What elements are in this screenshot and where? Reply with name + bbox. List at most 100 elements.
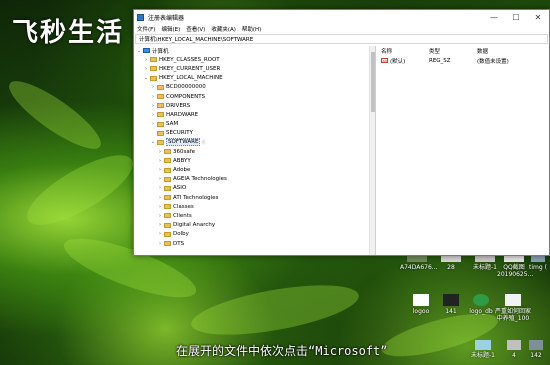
expand-arrow-icon[interactable]: ›	[150, 94, 156, 100]
tree-node-label: Clients	[173, 212, 192, 219]
tree-node-label: SOFTWARE	[166, 138, 201, 147]
tree-scrollbar[interactable]	[369, 46, 375, 255]
expand-arrow-icon[interactable]: ›	[157, 158, 163, 164]
tree-node-ati-technologies[interactable]: › ATI Technologies	[134, 193, 375, 202]
desktop-icon-label: 4	[512, 352, 516, 359]
address-bar[interactable]: 计算机\HKEY_LOCAL_MACHINE\SOFTWARE	[135, 34, 548, 44]
desktop-icon-a74da676[interactable]: A74DA676...	[400, 254, 438, 271]
desktop-icon-article-100[interactable]: 严重如何回家中养殖_100	[493, 294, 533, 322]
expand-arrow-icon[interactable]: ›	[157, 149, 163, 155]
tree-node-label: 计算机	[152, 48, 169, 55]
desktop-icon-logoo[interactable]: logoo	[404, 294, 438, 315]
folder-icon	[164, 158, 171, 164]
expand-arrow-icon[interactable]: ›	[150, 103, 156, 109]
tree-node-hardware[interactable]: › HARDWARE	[134, 110, 375, 119]
value-row-default[interactable]: ab (默认) REG_SZ (数值未设置)	[376, 56, 549, 65]
menu-file[interactable]: 文件(F)	[137, 25, 155, 33]
expand-arrow-icon[interactable]: ›	[150, 84, 156, 90]
tree-node-hkey-classes-root[interactable]: › HKEY_CLASSES_ROOT	[134, 55, 375, 64]
tree-node-label: ABBYY	[173, 157, 191, 164]
tree-node-hkey-local-machine[interactable]: ⌄ HKEY_LOCAL_MACHINE	[134, 74, 375, 83]
tree-node-components[interactable]: › COMPONENTS	[134, 92, 375, 101]
collapse-arrow-icon[interactable]: ⌄	[150, 139, 156, 145]
fern-leaf	[187, 275, 363, 345]
tree-node-hkey-current-user[interactable]: › HKEY_CURRENT_USER	[134, 64, 375, 73]
tree-node-drivers[interactable]: › DRIVERS	[134, 101, 375, 110]
folder-icon	[157, 84, 164, 90]
menu-bar: 文件(F) 编辑(E) 查看(V) 收藏夹(A) 帮助(H)	[134, 24, 549, 34]
tree-node-label: ASIO	[173, 185, 187, 192]
tree-node-digital-anarchy[interactable]: › Digital Anarchy	[134, 221, 375, 230]
tree-node-label: HKEY_LOCAL_MACHINE	[159, 75, 223, 82]
menu-edit[interactable]: 编辑(E)	[161, 25, 180, 33]
expand-arrow-icon[interactable]: ›	[157, 213, 163, 219]
tree-node-label: SAM	[166, 121, 179, 128]
menu-view[interactable]: 查看(V)	[186, 25, 205, 33]
desktop-icon-141[interactable]: 141	[434, 294, 468, 315]
folder-icon	[164, 241, 171, 247]
tree-node-bcd00000000[interactable]: › BCD00000000	[134, 83, 375, 92]
tree-node-abbyy[interactable]: › ABBYY	[134, 156, 375, 165]
close-button[interactable]: ✕	[527, 10, 549, 24]
desktop-icon-label: 28	[447, 264, 455, 271]
tree-node-360safe[interactable]: › 360safe	[134, 147, 375, 156]
tree-node-security[interactable]: SECURITY	[134, 129, 375, 138]
minimize-button[interactable]: —	[483, 10, 505, 24]
fern-leaf	[18, 142, 142, 238]
expand-arrow-icon[interactable]: ›	[143, 57, 149, 63]
folder-icon	[164, 185, 171, 191]
expand-arrow-icon[interactable]: ›	[157, 241, 163, 247]
tree-node-adobe[interactable]: › Adobe	[134, 165, 375, 174]
image-file-icon	[529, 340, 543, 350]
tree-node-dts[interactable]: › DTS	[134, 239, 375, 248]
desktop-icon-untitled-1-bottom[interactable]: 未标题-1	[466, 340, 500, 359]
expand-arrow-icon[interactable]: ›	[157, 222, 163, 228]
registry-editor-window[interactable]: 注册表编辑器 — ☐ ✕ 文件(F) 编辑(E) 查看(V) 收藏夹(A) 帮助…	[133, 9, 550, 256]
expand-arrow-icon[interactable]: ›	[157, 185, 163, 191]
folder-icon	[164, 176, 171, 182]
expand-arrow-icon[interactable]: ›	[143, 66, 149, 72]
expand-arrow-icon[interactable]: ›	[157, 231, 163, 237]
collapse-arrow-icon[interactable]: ⌄	[143, 75, 149, 81]
title-bar[interactable]: 注册表编辑器 — ☐ ✕	[134, 10, 549, 24]
expand-arrow-icon[interactable]: ›	[150, 121, 156, 127]
image-file-icon	[475, 340, 491, 350]
value-type: REG_SZ	[429, 57, 451, 64]
subtitle-text: 在展开的文件中依次点击	[176, 344, 309, 358]
expand-arrow-icon[interactable]: ›	[157, 176, 163, 182]
tree-node-classes[interactable]: › Classes	[134, 202, 375, 211]
expand-arrow-icon[interactable]: ›	[157, 167, 163, 173]
folder-icon	[164, 231, 171, 237]
video-subtitle: 在展开的文件中依次点击“Microsoft”	[176, 342, 388, 359]
desktop-icon-142[interactable]: 142	[522, 340, 550, 359]
folder-icon	[164, 204, 171, 210]
computer-icon	[143, 48, 150, 54]
tree-node-software[interactable]: ⌄ SOFTWARE ☝	[134, 138, 375, 147]
tree-node-ageia-technologies[interactable]: › AGEIA Technologies	[134, 175, 375, 184]
column-header-type[interactable]: 类型	[429, 47, 477, 55]
expand-arrow-icon[interactable]: ›	[157, 195, 163, 201]
column-header-data[interactable]: 数据	[477, 47, 537, 55]
tree-node-clients[interactable]: › Clients	[134, 211, 375, 220]
image-file-icon	[443, 294, 459, 306]
tree-node-sam[interactable]: › SAM	[134, 120, 375, 129]
tree-node-label: DTS	[173, 240, 185, 247]
menu-help[interactable]: 帮助(H)	[242, 25, 261, 33]
expand-arrow-icon[interactable]: ›	[157, 204, 163, 210]
desktop-icon-timg[interactable]: timg (	[526, 254, 550, 271]
image-file-icon	[507, 340, 521, 350]
tree-node-asio[interactable]: › ASIO	[134, 184, 375, 193]
desktop-icon-28[interactable]: 28	[434, 254, 468, 271]
expand-arrow-icon[interactable]: ›	[150, 112, 156, 118]
tree-node-computer[interactable]: ⌄ 计算机	[134, 46, 375, 55]
fern-leaf	[1, 71, 109, 159]
menu-favorites[interactable]: 收藏夹(A)	[211, 25, 236, 33]
editor-panes: ⌄ 计算机 › HKEY_CLASSES_ROOT › HKEY_CURRENT…	[134, 46, 549, 255]
tree-node-dolby[interactable]: › Dolby	[134, 230, 375, 239]
scrollbar-thumb[interactable]	[371, 52, 375, 112]
column-header-name[interactable]: 名称	[381, 47, 429, 55]
folder-icon	[157, 130, 164, 136]
collapse-arrow-icon[interactable]: ⌄	[136, 48, 142, 54]
subtitle-quoted-text: “Microsoft”	[308, 344, 388, 358]
maximize-button[interactable]: ☐	[505, 10, 527, 24]
